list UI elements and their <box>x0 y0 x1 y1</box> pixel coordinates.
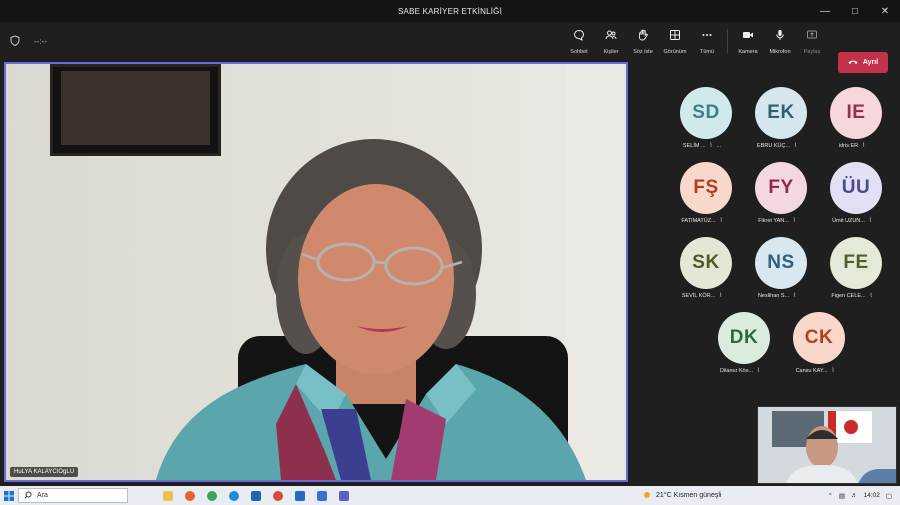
participant-avatar: SK <box>680 237 732 289</box>
mic-off-icon: ⌇ <box>869 293 873 299</box>
microphone-button[interactable]: Mikrofon <box>764 25 796 57</box>
participant-avatar: SD <box>680 87 732 139</box>
self-view-video[interactable] <box>757 406 897 484</box>
participants-grid: SD SELİM ... ⌇... EK EBRU KÜÇ... ⌇ IE idris ER ⌇… <box>632 62 900 402</box>
participant-tile[interactable]: SD SELİM ... ⌇... <box>662 62 742 149</box>
windows-taskbar: Ara 21°C Kısmen güneşli ⌃ ▤ ♬ 14:02 ▢ <box>0 486 900 505</box>
title-bar: SABE KARİYER ETKİNLİĞİ — □ ✕ <box>0 0 900 22</box>
participant-avatar: IE <box>830 87 882 139</box>
taskbar-app-explorer-icon[interactable] <box>158 487 178 504</box>
raise-hand-icon <box>637 28 649 46</box>
meeting-timer: --:-- <box>34 36 47 46</box>
participant-label: Dilanur Kös... ⌇ <box>700 367 780 375</box>
view-label: Görünüm <box>663 48 687 55</box>
participant-tile[interactable]: CK Cansu KAY... ⌇ <box>775 287 855 374</box>
taskbar-app-chrome-icon[interactable] <box>202 487 222 504</box>
raise-hand-label: Söz iste <box>633 48 653 55</box>
participant-tile[interactable]: DK Dilanur Kös... ⌇ <box>700 287 780 374</box>
view-icon <box>669 28 681 46</box>
shield-icon <box>10 34 20 48</box>
main-speaker-video[interactable]: HuLYA KALAYCIOgLU <box>4 62 628 482</box>
participant-avatar: FY <box>755 162 807 214</box>
system-tray: ⌃ ▤ ♬ 14:02 ▢ <box>827 486 892 505</box>
notifications-icon[interactable]: ▢ <box>886 492 892 500</box>
more-label: Tümü <box>699 48 715 55</box>
teams-meeting-window: SABE KARİYER ETKİNLİĞİ — □ ✕ --:-- Sohbe… <box>0 0 900 505</box>
participant-tile[interactable]: FŞ FATIMATÜZ... ⌇ <box>662 137 742 224</box>
taskbar-app-chrome2-icon[interactable] <box>268 487 288 504</box>
participant-name: Cansu KAY... <box>795 367 828 374</box>
more-button[interactable]: Tümü <box>691 25 723 57</box>
taskbar-app-store-icon[interactable] <box>312 487 332 504</box>
participant-tile[interactable]: SK SEVİL KÖR... ⌇ <box>662 212 742 299</box>
people-button[interactable]: Kişiler <box>595 25 627 57</box>
search-placeholder: Ara <box>37 492 48 499</box>
mic-off-icon: ⌇ <box>831 368 835 374</box>
share-icon <box>806 28 818 46</box>
chat-icon <box>573 28 585 46</box>
speaker-figure <box>156 139 586 480</box>
participant-avatar: ÜU <box>830 162 882 214</box>
chat-label: Sohbet <box>570 48 588 55</box>
speaker-name-tag: HuLYA KALAYCIOgLU <box>10 467 79 477</box>
network-icon[interactable]: ▤ <box>839 492 845 500</box>
taskbar-app-teams-icon[interactable] <box>334 487 354 504</box>
windows-start-icon[interactable] <box>0 486 18 505</box>
camera-label: Kamera <box>738 48 758 55</box>
taskbar-app-mail-icon[interactable] <box>290 487 310 504</box>
taskbar-apps <box>158 487 354 504</box>
window-title: SABE KARİYER ETKİNLİĞİ <box>398 6 502 16</box>
raise-hand-button[interactable]: Söz iste <box>627 25 659 57</box>
minimize-icon[interactable]: — <box>810 0 840 22</box>
participant-name: Dilanur Kös... <box>720 367 754 374</box>
people-label: Kişiler <box>603 48 619 55</box>
taskbar-app-word-icon[interactable] <box>246 487 266 504</box>
participant-label: Cansu KAY... ⌇ <box>775 367 855 375</box>
window-controls: — □ ✕ <box>810 0 900 22</box>
participant-tile[interactable]: IE idris ER ⌇ <box>812 62 892 149</box>
sun-icon <box>642 490 652 502</box>
view-button[interactable]: Görünüm <box>659 25 691 57</box>
participant-avatar: NS <box>755 237 807 289</box>
toolbar-divider <box>727 29 728 53</box>
participant-tile[interactable]: EK EBRU KÜÇ... ⌇ <box>737 62 817 149</box>
share-button[interactable]: Paylaş <box>796 25 828 57</box>
toolbar-buttons: Sohbet Kişiler Söz iste Görünüm Tümü Kam… <box>563 25 828 57</box>
people-icon <box>605 28 617 46</box>
search-icon <box>24 491 32 501</box>
participant-avatar: EK <box>755 87 807 139</box>
meeting-info: --:-- <box>10 22 47 60</box>
participant-tile[interactable]: FY Fikret YAN... ⌇ <box>737 137 817 224</box>
microphone-label: Mikrofon <box>769 48 791 55</box>
close-icon[interactable]: ✕ <box>870 0 900 22</box>
maximize-icon[interactable]: □ <box>840 0 870 22</box>
participant-tile[interactable]: NS Neslihan S... ⌇ <box>737 212 817 299</box>
self-view-figure <box>758 407 896 483</box>
participant-avatar: DK <box>718 312 770 364</box>
participant-tile[interactable]: ÜU Ümit UZUN... ⌇ <box>812 137 892 224</box>
chevron-up-icon[interactable]: ⌃ <box>827 492 832 500</box>
taskbar-app-edge-icon[interactable] <box>224 487 244 504</box>
share-label: Paylaş <box>803 48 821 55</box>
microphone-icon <box>774 28 786 46</box>
participant-avatar: FŞ <box>680 162 732 214</box>
participant-tile[interactable]: FE Figen CELE... ⌇ <box>812 212 892 299</box>
taskbar-app-firefox-icon[interactable] <box>180 487 200 504</box>
more-icon <box>701 28 713 46</box>
meeting-toolbar: --:-- Sohbet Kişiler Söz iste Görünüm Tü… <box>0 22 900 73</box>
clock-time[interactable]: 14:02 <box>864 492 880 499</box>
mic-off-icon: ⌇ <box>757 368 760 374</box>
taskbar-search[interactable]: Ara <box>18 488 128 503</box>
camera-icon <box>742 28 754 46</box>
chat-button[interactable]: Sohbet <box>563 25 595 57</box>
participant-avatar: CK <box>793 312 845 364</box>
weather-text: 21°C Kısmen güneşli <box>656 492 722 499</box>
camera-button[interactable]: Kamera <box>732 25 764 57</box>
taskbar-weather[interactable]: 21°C Kısmen güneşli <box>642 486 721 505</box>
participant-avatar: FE <box>830 237 882 289</box>
volume-icon[interactable]: ♬ <box>851 492 858 499</box>
